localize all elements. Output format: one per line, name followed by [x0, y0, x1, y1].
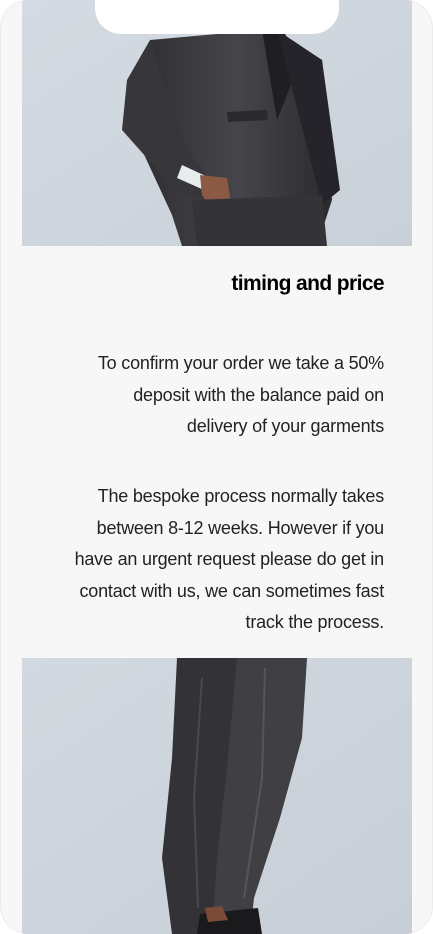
suit-jacket-photo — [22, 0, 412, 246]
paragraph-line: contact with us, we can sometimes fast — [79, 580, 384, 601]
paragraph-line: To confirm your order we take a 50% — [97, 353, 384, 373]
paragraph-line: between 8-12 weeks. However if you — [96, 517, 385, 538]
paragraph-line: deposit with the balance paid on — [133, 384, 384, 405]
paragraph-line: delivery of your garments — [186, 416, 384, 436]
suit-trousers-illustration — [22, 658, 412, 934]
paragraph-line: track the process. — [245, 612, 385, 632]
suit-trousers-photo — [22, 658, 412, 934]
deposit-paragraph: To confirm your order we take a 50% depo… — [44, 348, 384, 443]
phone-frame: timing and price To confirm your order w… — [0, 0, 433, 934]
section-heading: timing and price — [231, 272, 384, 295]
suit-jacket-illustration — [22, 0, 412, 246]
paragraph-line: have an urgent request please do get in — [74, 549, 385, 569]
timing-and-price-section: timing and price To confirm your order w… — [22, 246, 412, 658]
process-timing-paragraph: The bespoke process normally takes betwe… — [44, 481, 385, 639]
paragraph-line: The bespoke process normally takes — [97, 486, 385, 506]
device-notch — [95, 0, 339, 34]
